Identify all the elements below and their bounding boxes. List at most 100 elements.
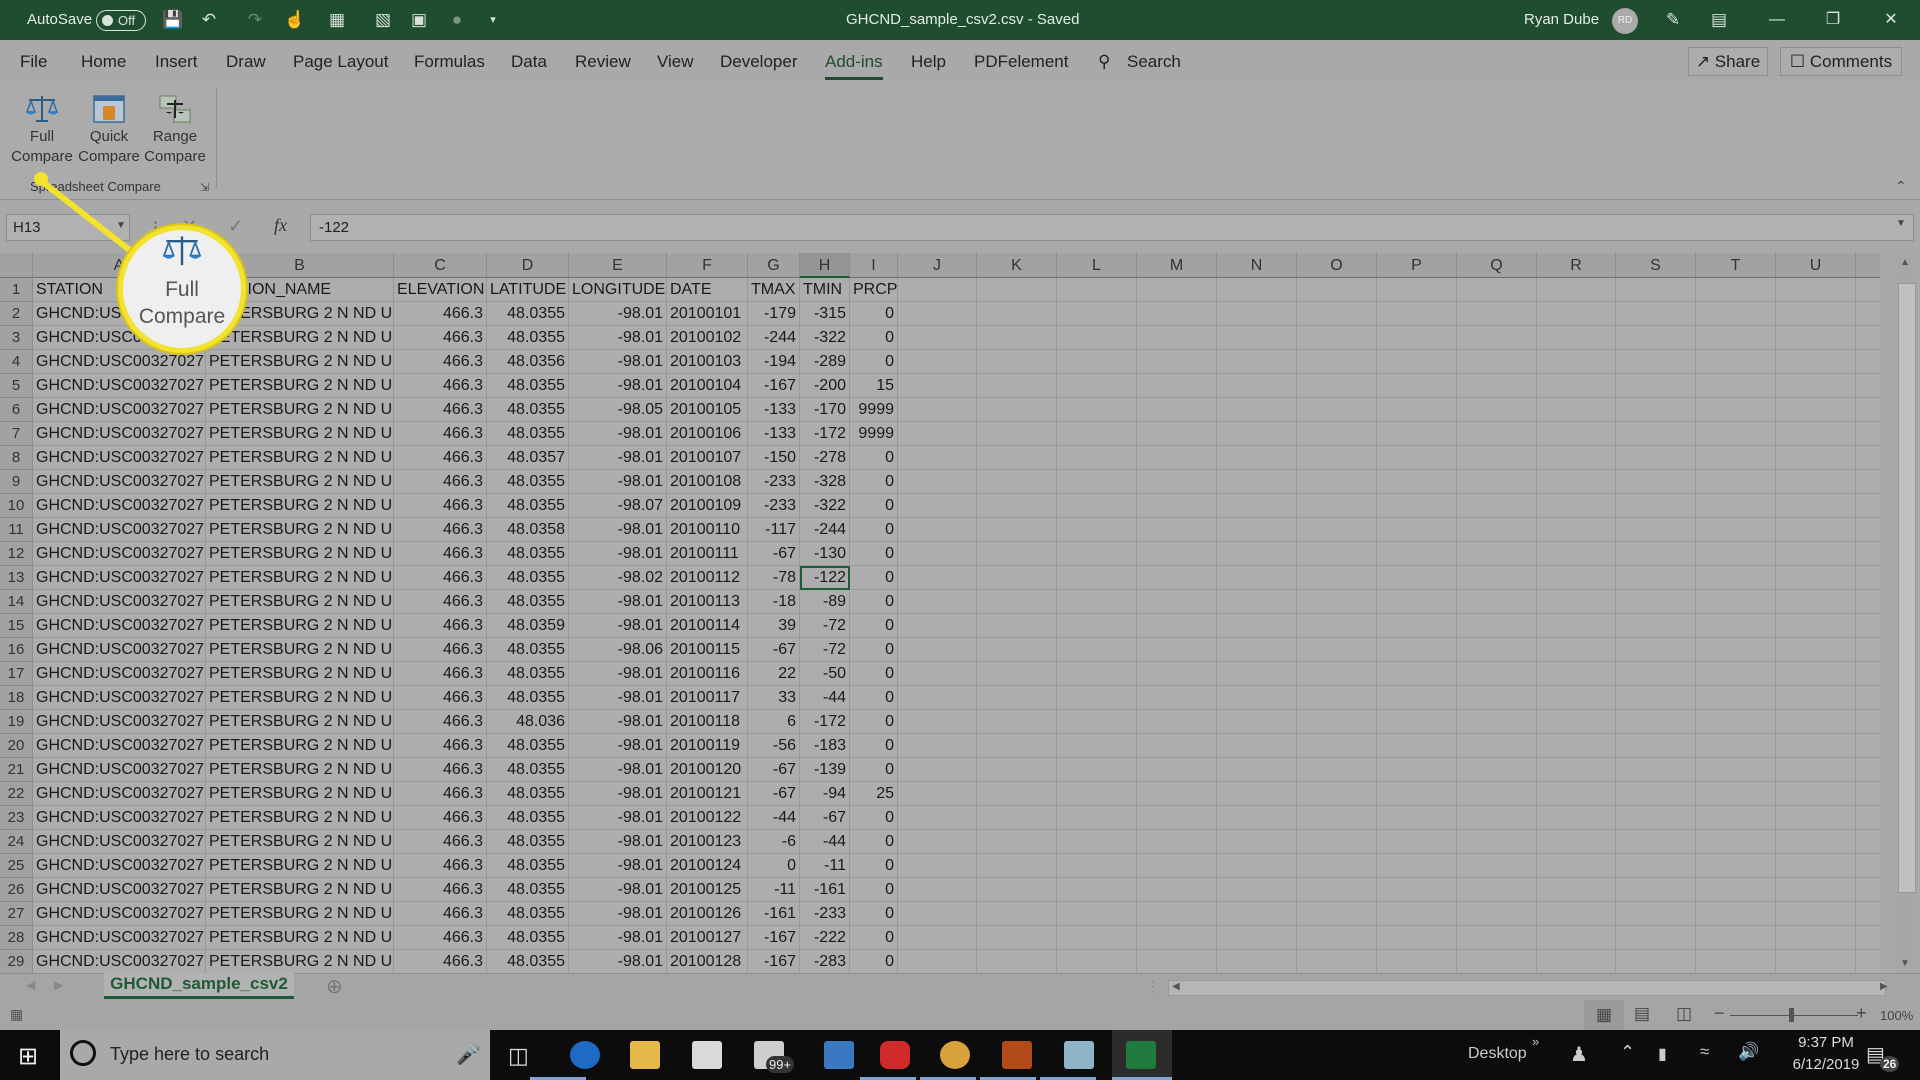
empty-cell[interactable]: [898, 758, 977, 782]
data-cell[interactable]: 20100117: [667, 686, 748, 710]
empty-cell[interactable]: [1137, 950, 1217, 973]
next-sheet-icon[interactable]: ▶: [54, 978, 63, 992]
empty-cell[interactable]: [898, 662, 977, 686]
empty-cell[interactable]: [1057, 902, 1137, 926]
data-cell[interactable]: 48.0355: [487, 326, 569, 350]
empty-cell[interactable]: [1057, 350, 1137, 374]
empty-cell[interactable]: [1057, 470, 1137, 494]
data-cell[interactable]: GHCND:USC00327027: [33, 878, 206, 902]
prev-sheet-icon[interactable]: ◀: [26, 978, 35, 992]
empty-cell[interactable]: [1457, 638, 1537, 662]
empty-cell[interactable]: [898, 518, 977, 542]
empty-cell[interactable]: [1616, 758, 1696, 782]
empty-cell[interactable]: [1377, 782, 1457, 806]
clock-date[interactable]: 6/12/2019: [1776, 1056, 1876, 1073]
data-cell[interactable]: -98.01: [569, 926, 667, 950]
empty-cell[interactable]: [1457, 422, 1537, 446]
empty-cell[interactable]: [1616, 638, 1696, 662]
empty-cell[interactable]: [1537, 950, 1616, 973]
wifi-icon[interactable]: ≈: [1700, 1042, 1709, 1062]
empty-cell[interactable]: [1856, 758, 1880, 782]
empty-cell[interactable]: [1217, 566, 1297, 590]
data-cell[interactable]: -98.01: [569, 374, 667, 398]
empty-cell[interactable]: [1057, 878, 1137, 902]
data-cell[interactable]: 0: [850, 518, 898, 542]
data-cell[interactable]: 0: [850, 614, 898, 638]
data-cell[interactable]: GHCND:USC00327027: [33, 782, 206, 806]
data-cell[interactable]: 466.3: [394, 950, 487, 973]
empty-cell[interactable]: [1057, 830, 1137, 854]
tab-formulas[interactable]: Formulas: [414, 52, 485, 72]
store-icon[interactable]: [692, 1041, 722, 1069]
empty-cell[interactable]: [1537, 518, 1616, 542]
empty-cell[interactable]: [1057, 590, 1137, 614]
empty-cell[interactable]: [1377, 662, 1457, 686]
data-cell[interactable]: 6: [748, 710, 800, 734]
data-cell[interactable]: GHCND:USC00327027: [33, 806, 206, 830]
data-cell[interactable]: -98.01: [569, 758, 667, 782]
empty-cell[interactable]: [1696, 662, 1776, 686]
tab-developer[interactable]: Developer: [720, 52, 798, 72]
data-cell[interactable]: 20100123: [667, 830, 748, 854]
empty-cell[interactable]: [1137, 326, 1217, 350]
column-header[interactable]: R: [1537, 253, 1616, 278]
column-header[interactable]: U: [1776, 253, 1856, 278]
empty-cell[interactable]: [1377, 302, 1457, 326]
empty-cell[interactable]: [1696, 854, 1776, 878]
data-cell[interactable]: 0: [850, 590, 898, 614]
data-cell[interactable]: PETERSBURG 2 N ND US: [206, 566, 394, 590]
empty-cell[interactable]: [1217, 662, 1297, 686]
scroll-right-icon[interactable]: ▶: [1880, 981, 1888, 992]
data-cell[interactable]: 20100125: [667, 878, 748, 902]
empty-cell[interactable]: [1616, 470, 1696, 494]
data-cell[interactable]: PETERSBURG 2 N ND US: [206, 398, 394, 422]
data-cell[interactable]: -139: [800, 758, 850, 782]
table-icon[interactable]: ▧: [372, 9, 394, 31]
empty-cell[interactable]: [1137, 350, 1217, 374]
data-cell[interactable]: -98.01: [569, 470, 667, 494]
empty-cell[interactable]: [1776, 878, 1856, 902]
select-all-corner[interactable]: [0, 253, 33, 278]
empty-cell[interactable]: [1776, 638, 1856, 662]
scroll-down-icon[interactable]: ▼: [1900, 958, 1910, 969]
data-cell[interactable]: 20100112: [667, 566, 748, 590]
empty-cell[interactable]: [1537, 422, 1616, 446]
data-cell[interactable]: -167: [748, 950, 800, 973]
empty-cell[interactable]: [1696, 902, 1776, 926]
empty-cell[interactable]: [1457, 614, 1537, 638]
data-cell[interactable]: GHCND:USC00327027: [33, 590, 206, 614]
empty-cell[interactable]: [1137, 686, 1217, 710]
empty-cell[interactable]: [898, 614, 977, 638]
empty-cell[interactable]: [977, 662, 1057, 686]
empty-cell[interactable]: [1137, 902, 1217, 926]
user-name[interactable]: Ryan Dube: [1524, 11, 1599, 28]
empty-cell[interactable]: [1057, 686, 1137, 710]
data-cell[interactable]: PETERSBURG 2 N ND US: [206, 902, 394, 926]
task-view-icon[interactable]: ◫: [508, 1043, 529, 1069]
empty-cell[interactable]: [898, 806, 977, 830]
data-cell[interactable]: -130: [800, 542, 850, 566]
empty-cell[interactable]: [1217, 470, 1297, 494]
empty-cell[interactable]: [1377, 542, 1457, 566]
empty-cell[interactable]: [1856, 806, 1880, 830]
zoom-out-icon[interactable]: −: [1714, 1003, 1725, 1024]
empty-cell[interactable]: [1616, 542, 1696, 566]
empty-cell[interactable]: [977, 638, 1057, 662]
data-cell[interactable]: 33: [748, 686, 800, 710]
data-cell[interactable]: -98.01: [569, 446, 667, 470]
empty-cell[interactable]: [898, 590, 977, 614]
empty-cell[interactable]: [1856, 278, 1880, 302]
data-cell[interactable]: 466.3: [394, 350, 487, 374]
minimize-button[interactable]: —: [1748, 0, 1806, 40]
empty-cell[interactable]: [1616, 518, 1696, 542]
data-cell[interactable]: PETERSBURG 2 N ND US: [206, 542, 394, 566]
empty-cell[interactable]: [1537, 782, 1616, 806]
data-cell[interactable]: 466.3: [394, 398, 487, 422]
empty-cell[interactable]: [1297, 902, 1377, 926]
data-cell[interactable]: 0: [850, 494, 898, 518]
empty-cell[interactable]: [898, 398, 977, 422]
empty-cell[interactable]: [1856, 902, 1880, 926]
empty-cell[interactable]: [977, 926, 1057, 950]
empty-cell[interactable]: [898, 686, 977, 710]
data-cell[interactable]: 466.3: [394, 542, 487, 566]
